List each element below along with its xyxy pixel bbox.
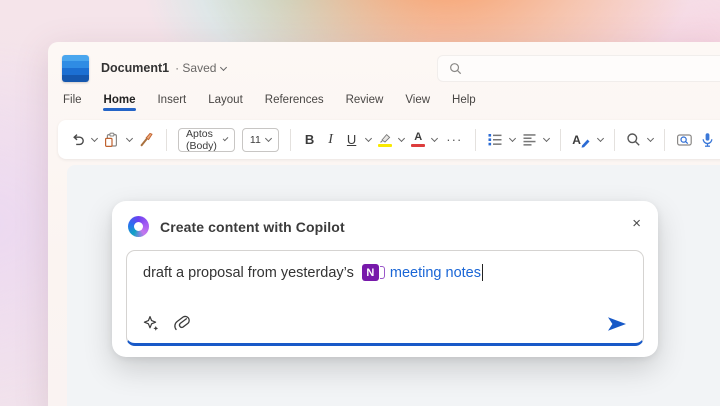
prompt-toolbar [143,314,191,332]
screen-search-icon [676,133,692,146]
menu-help[interactable]: Help [452,94,476,112]
save-status: · Saved [175,61,217,75]
font-size-select[interactable]: 11 [241,127,279,152]
search-icon [450,63,462,75]
word-app-icon [62,54,89,82]
chevron-down-icon[interactable] [596,134,604,143]
toolbar-divider [166,128,167,151]
text-cursor [481,264,484,281]
chevron-down-icon [264,134,272,143]
copilot-icon [128,216,149,237]
document-title: Document1 [101,61,170,75]
bullet-list-icon [488,134,502,146]
bullet-list-button[interactable] [487,132,517,147]
chevron-down-icon[interactable] [543,134,551,143]
chevron-down-icon[interactable] [220,63,228,71]
menu-bar: File Home Insert Layout References Revie… [48,94,720,118]
font-color-bar [411,144,426,147]
title-bar: Document1 · Saved [48,42,720,94]
close-icon[interactable]: × [632,216,641,231]
align-button[interactable] [522,132,551,147]
menu-home[interactable]: Home [102,94,137,112]
immersive-reader-button[interactable] [676,132,693,148]
font-name-select[interactable]: Aptos (Body) [178,127,235,152]
onenote-icon-tab [379,266,385,279]
highlighter-icon [380,133,391,143]
onenote-reference-chip[interactable]: N [361,264,385,281]
chevron-down-icon[interactable] [125,134,134,143]
copilot-prompt-input[interactable]: draft a proposal from yesterday’s N meet… [126,250,644,346]
toolbar-divider [613,128,615,151]
menu-insert[interactable]: Insert [157,94,186,112]
microphone-icon [702,132,713,147]
toolbar-divider [663,128,665,151]
copilot-dialog: Create content with Copilot × draft a pr… [112,201,658,357]
highlight-color-bar [378,143,393,147]
italic-button[interactable]: I [324,132,337,148]
chevron-down-icon[interactable] [646,134,654,143]
format-painter-button[interactable] [139,132,155,148]
clipboard-icon [105,132,118,147]
chevron-down-icon[interactable] [509,134,517,143]
menu-file[interactable]: File [63,94,82,112]
ribbon-toolbar: Aptos (Body) 11 B I U A ··· A [58,120,720,159]
copilot-dialog-header: Create content with Copilot [112,201,658,247]
align-left-icon [523,134,536,146]
toolbar-divider [289,128,291,151]
bold-button[interactable]: B [302,132,317,147]
chevron-down-icon[interactable] [431,134,439,143]
prompt-text: draft a proposal from yesterday’s [143,264,354,281]
highlight-color-button[interactable] [378,133,406,147]
prompt-text-line: draft a proposal from yesterday’s N meet… [127,251,643,281]
copilot-dialog-title: Create content with Copilot [160,218,345,235]
linked-reference-text[interactable]: meeting notes [390,265,481,281]
search-input[interactable] [437,55,720,82]
onenote-icon: N [361,264,379,281]
paperclip-icon[interactable] [173,314,191,332]
toolbar-divider [475,128,477,151]
menu-review[interactable]: Review [346,94,384,112]
more-formatting-button[interactable]: ··· [444,132,464,147]
chevron-down-icon [222,135,229,142]
sparkle-icon[interactable] [143,315,160,332]
send-icon[interactable] [606,314,628,334]
menu-view[interactable]: View [405,94,430,112]
style-pen-icon [581,139,590,148]
menu-references[interactable]: References [265,94,324,112]
font-color-button[interactable]: A [411,132,439,147]
paste-button[interactable] [104,132,134,148]
chevron-down-icon[interactable] [398,134,406,143]
undo-button[interactable] [70,132,99,147]
underline-button[interactable]: U [344,132,373,147]
format-painter-icon [140,132,153,146]
chevron-down-icon[interactable] [90,134,99,143]
styles-button[interactable]: A [572,132,604,148]
dictate-button[interactable] [700,132,720,148]
undo-icon [73,134,84,146]
toolbar-divider [560,128,562,151]
find-button[interactable] [626,132,654,147]
find-icon [627,133,640,146]
menu-layout[interactable]: Layout [208,94,243,112]
chevron-down-icon[interactable] [365,134,373,143]
